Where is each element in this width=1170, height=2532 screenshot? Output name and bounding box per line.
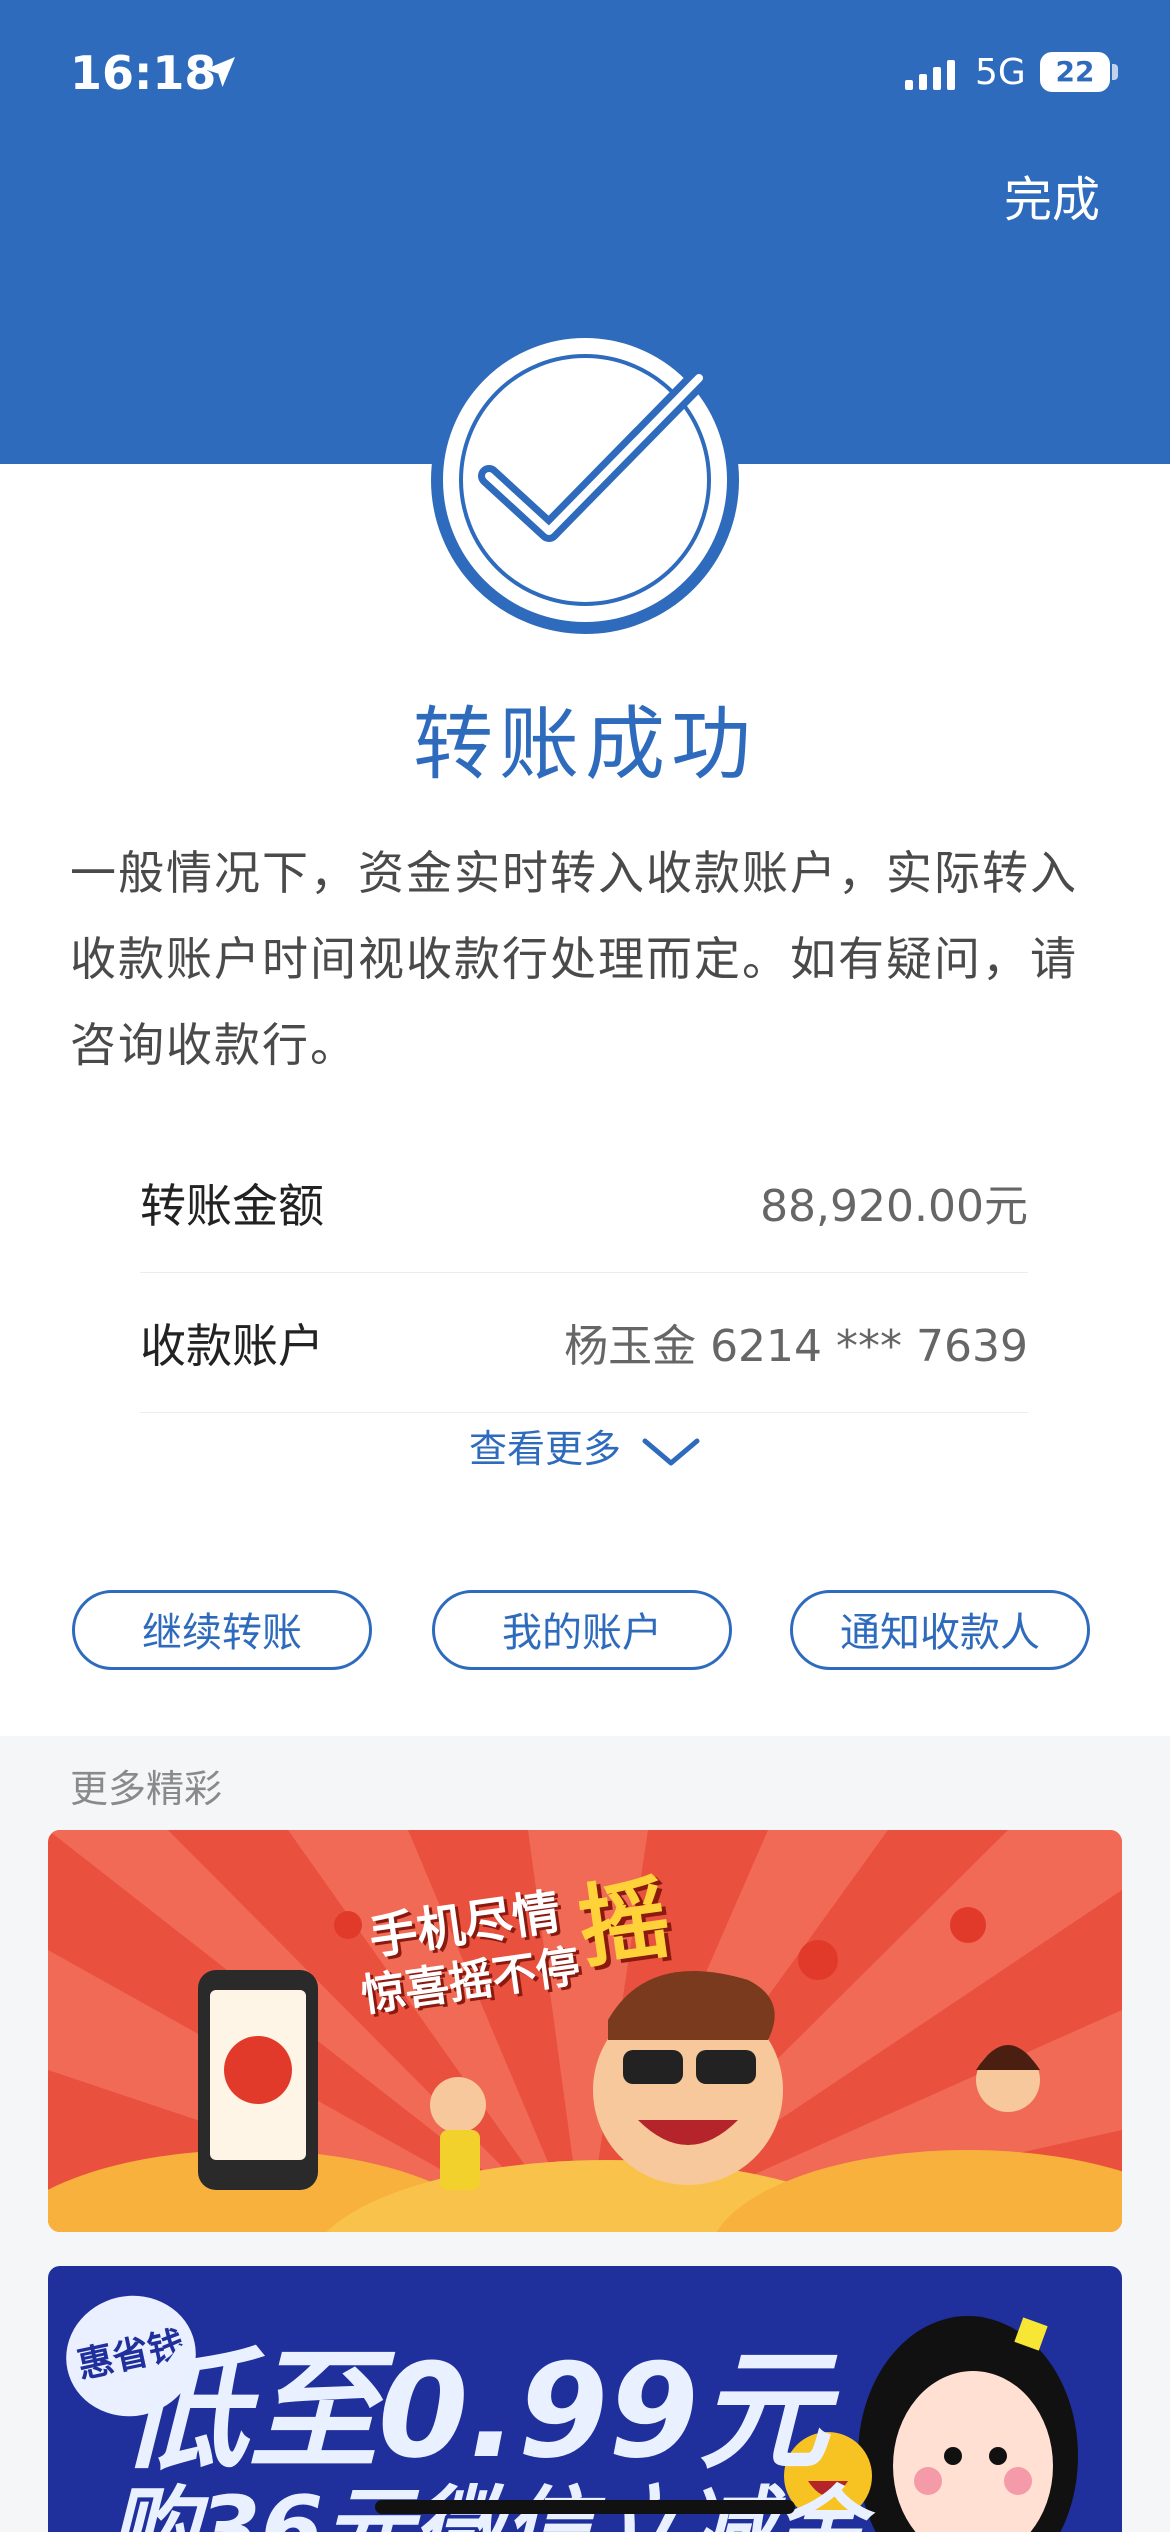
result-title: 转账成功 xyxy=(413,698,757,791)
view-more-link[interactable]: 查看更多 xyxy=(0,1418,1170,1473)
status-bar: 16:18 5G 22 xyxy=(0,0,1170,150)
detail-row-payee: 收款账户 杨玉金 6214 *** 7639 xyxy=(140,1272,1028,1413)
success-check-icon xyxy=(431,326,739,634)
continue-transfer-button[interactable]: 继续转账 xyxy=(72,1590,372,1670)
result-description: 一般情况下，资金实时转入收款账户，实际转入收款账户时间视收款行处理而定。如有疑问… xyxy=(70,846,1078,1072)
promo-section-title: 更多精彩 xyxy=(70,1767,223,1811)
battery-icon: 22 xyxy=(1040,52,1110,92)
done-button[interactable]: 完成 xyxy=(1004,160,1100,230)
banner2-subline: 购36元微信立减金 xyxy=(108,2477,864,2532)
amount-value: 88,920.00元 xyxy=(760,1181,1028,1232)
battery-tip xyxy=(1112,64,1118,80)
my-account-button[interactable]: 我的账户 xyxy=(432,1590,732,1670)
amount-label: 转账金额 xyxy=(140,1179,324,1233)
detail-row-amount: 转账金额 88,920.00元 xyxy=(140,1132,1028,1273)
payee-value: 杨玉金 6214 *** 7639 xyxy=(564,1321,1028,1372)
location-arrow-icon xyxy=(205,57,235,87)
discount-promo-banner[interactable]: 惠省钱 低至0.99元 购36元微信立减金 xyxy=(48,2266,1122,2532)
network-type: 5G xyxy=(975,52,1026,93)
home-indicator[interactable] xyxy=(375,2500,795,2514)
payee-label: 收款账户 xyxy=(140,1319,324,1373)
shake-promo-banner[interactable]: 手机尽情 惊喜摇不停 摇 xyxy=(48,1830,1122,2232)
view-more-label: 查看更多 xyxy=(468,1427,621,1471)
banner1-highlight: 摇 xyxy=(572,1865,677,1982)
cellular-signal-icon xyxy=(905,60,955,90)
chevron-down-icon xyxy=(642,1438,700,1465)
notify-payee-button[interactable]: 通知收款人 xyxy=(790,1590,1090,1670)
status-time: 16:18 xyxy=(70,46,217,100)
